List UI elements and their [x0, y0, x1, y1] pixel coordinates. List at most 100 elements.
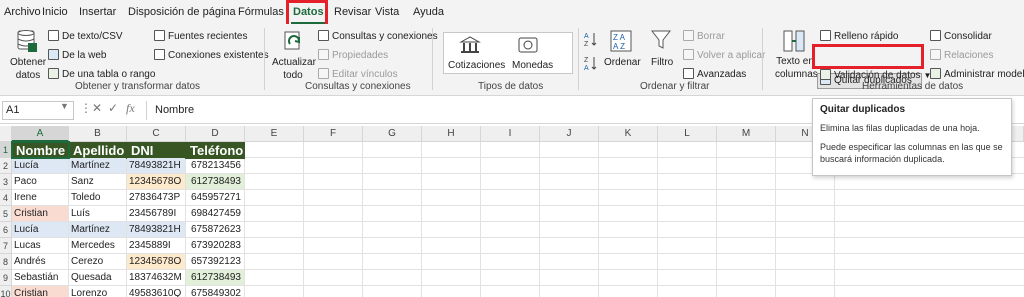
- row-header-10[interactable]: 10: [0, 286, 12, 297]
- table-cell[interactable]: Lucía: [12, 222, 68, 237]
- cancel-icon[interactable]: ✕: [92, 101, 102, 115]
- fuentes-recientes-button[interactable]: Fuentes recientes: [154, 30, 248, 43]
- row-header-2[interactable]: 2: [0, 158, 12, 174]
- column-header-d[interactable]: D: [186, 126, 245, 142]
- cotizaciones-button[interactable]: Cotizaciones: [448, 59, 505, 72]
- table-cell[interactable]: Lucas: [12, 238, 68, 253]
- column-header-a[interactable]: A: [12, 126, 69, 142]
- row-header-1[interactable]: 1: [0, 142, 12, 158]
- filtro-button[interactable]: Filtro: [651, 56, 673, 69]
- texto-en-columnas-button[interactable]: Texto en columnas: [775, 55, 818, 81]
- column-header-k[interactable]: K: [599, 126, 658, 142]
- tab-archivo[interactable]: Archivo: [4, 4, 41, 20]
- column-header-f[interactable]: F: [304, 126, 363, 142]
- table-cell[interactable]: Cerezo: [69, 254, 126, 269]
- obtener-datos-button[interactable]: Obtener datos: [10, 56, 46, 82]
- editar-vinculos-button[interactable]: Editar vínculos: [318, 68, 398, 81]
- row-header-9[interactable]: 9: [0, 270, 12, 286]
- table-cell[interactable]: 645957271: [186, 190, 244, 205]
- avanzadas-button[interactable]: Avanzadas: [683, 68, 746, 81]
- table-cell[interactable]: 698427459: [186, 206, 244, 221]
- validacion-datos-button[interactable]: Validación de datos ▼: [820, 69, 931, 82]
- more-options-icon[interactable]: ⋮: [80, 101, 92, 115]
- tab-insertar[interactable]: Insertar: [79, 4, 116, 20]
- conexiones-existentes-button[interactable]: Conexiones existentes: [154, 49, 269, 62]
- table-cell[interactable]: Paco: [12, 174, 68, 189]
- column-header-c[interactable]: C: [127, 126, 186, 142]
- table-cell[interactable]: Cristian: [12, 206, 68, 221]
- column-header-h[interactable]: H: [422, 126, 481, 142]
- column-header-l[interactable]: L: [658, 126, 717, 142]
- header-cell[interactable]: DNI: [127, 142, 186, 159]
- table-cell[interactable]: Sanz: [69, 174, 126, 189]
- table-cell[interactable]: 675872623: [186, 222, 244, 237]
- actualizar-todo-button[interactable]: Actualizar todo: [272, 56, 316, 82]
- monedas-button[interactable]: Monedas: [512, 59, 553, 72]
- table-cell[interactable]: 678213456: [186, 158, 244, 173]
- column-header-j[interactable]: J: [540, 126, 599, 142]
- row-header-8[interactable]: 8: [0, 254, 12, 270]
- relaciones-button[interactable]: Relaciones: [930, 49, 993, 62]
- borrar-button[interactable]: Borrar: [683, 30, 725, 43]
- table-cell[interactable]: 673920283: [186, 238, 244, 253]
- table-cell[interactable]: Martínez: [69, 222, 126, 237]
- table-cell[interactable]: Luís: [69, 206, 126, 221]
- table-cell[interactable]: 657392123: [186, 254, 244, 269]
- table-cell[interactable]: 12345678O: [127, 174, 185, 189]
- table-cell[interactable]: Andrés: [12, 254, 68, 269]
- table-cell[interactable]: 2345889I: [127, 238, 185, 253]
- propiedades-button[interactable]: Propiedades: [318, 49, 388, 62]
- row-header-4[interactable]: 4: [0, 190, 12, 206]
- table-cell[interactable]: 612738493: [186, 270, 244, 285]
- table-cell[interactable]: 612738493: [186, 174, 244, 189]
- select-all-corner[interactable]: [0, 126, 12, 142]
- row-header-7[interactable]: 7: [0, 238, 12, 254]
- table-cell[interactable]: 49583610Q: [127, 286, 185, 297]
- de-la-web-button[interactable]: De la web: [48, 49, 106, 62]
- de-texto-csv-button[interactable]: De texto/CSV: [48, 30, 123, 43]
- tab-formulas[interactable]: Fórmulas: [238, 4, 284, 20]
- insert-function-icon[interactable]: fx: [126, 101, 135, 116]
- table-cell[interactable]: 78493821H: [127, 158, 185, 173]
- table-cell[interactable]: Toledo: [69, 190, 126, 205]
- header-cell[interactable]: Teléfono: [186, 142, 245, 159]
- tab-ayuda[interactable]: Ayuda: [413, 4, 444, 20]
- tab-revisar[interactable]: Revisar: [334, 4, 371, 20]
- tab-vista[interactable]: Vista: [375, 4, 399, 20]
- table-cell[interactable]: Mercedes: [69, 238, 126, 253]
- column-header-b[interactable]: B: [69, 126, 127, 142]
- chevron-down-icon[interactable]: ▼: [60, 101, 69, 111]
- formula-input[interactable]: Nombre: [146, 101, 806, 120]
- table-cell[interactable]: 12345678O: [127, 254, 185, 269]
- table-cell[interactable]: 675849302: [186, 286, 244, 297]
- administrar-modelo-button[interactable]: Administrar modelo: [930, 68, 1024, 81]
- table-cell[interactable]: Quesada: [69, 270, 126, 285]
- table-cell[interactable]: Lorenzo: [69, 286, 126, 297]
- row-header-6[interactable]: 6: [0, 222, 12, 238]
- tab-inicio[interactable]: Inicio: [42, 4, 68, 20]
- column-header-m[interactable]: M: [717, 126, 776, 142]
- column-header-i[interactable]: I: [481, 126, 540, 142]
- table-cell[interactable]: Cristian: [12, 286, 68, 297]
- column-header-e[interactable]: E: [245, 126, 304, 142]
- consolidar-button[interactable]: Consolidar: [930, 30, 992, 43]
- table-cell[interactable]: 18374632M: [127, 270, 185, 285]
- table-cell[interactable]: Martínez: [69, 158, 126, 173]
- table-cell[interactable]: 27836473P: [127, 190, 185, 205]
- row-header-5[interactable]: 5: [0, 206, 12, 222]
- table-cell[interactable]: Sebastián: [12, 270, 68, 285]
- volver-aplicar-button[interactable]: Volver a aplicar: [683, 49, 765, 62]
- de-tabla-rango-button[interactable]: De una tabla o rango: [48, 68, 155, 81]
- table-cell[interactable]: 23456789I: [127, 206, 185, 221]
- tab-disposicion-pagina[interactable]: Disposición de página: [128, 4, 236, 20]
- consultas-conexiones-button[interactable]: Consultas y conexiones: [318, 30, 438, 43]
- column-header-g[interactable]: G: [363, 126, 422, 142]
- header-cell[interactable]: Nombre: [12, 142, 69, 159]
- header-cell[interactable]: Apellido: [69, 142, 127, 159]
- table-cell[interactable]: Lucía: [12, 158, 68, 173]
- table-cell[interactable]: 78493821H: [127, 222, 185, 237]
- enter-icon[interactable]: ✓: [108, 101, 118, 115]
- ordenar-button[interactable]: Ordenar: [604, 56, 641, 69]
- tab-datos[interactable]: Datos: [293, 4, 324, 20]
- relleno-rapido-button[interactable]: Relleno rápido: [820, 30, 899, 43]
